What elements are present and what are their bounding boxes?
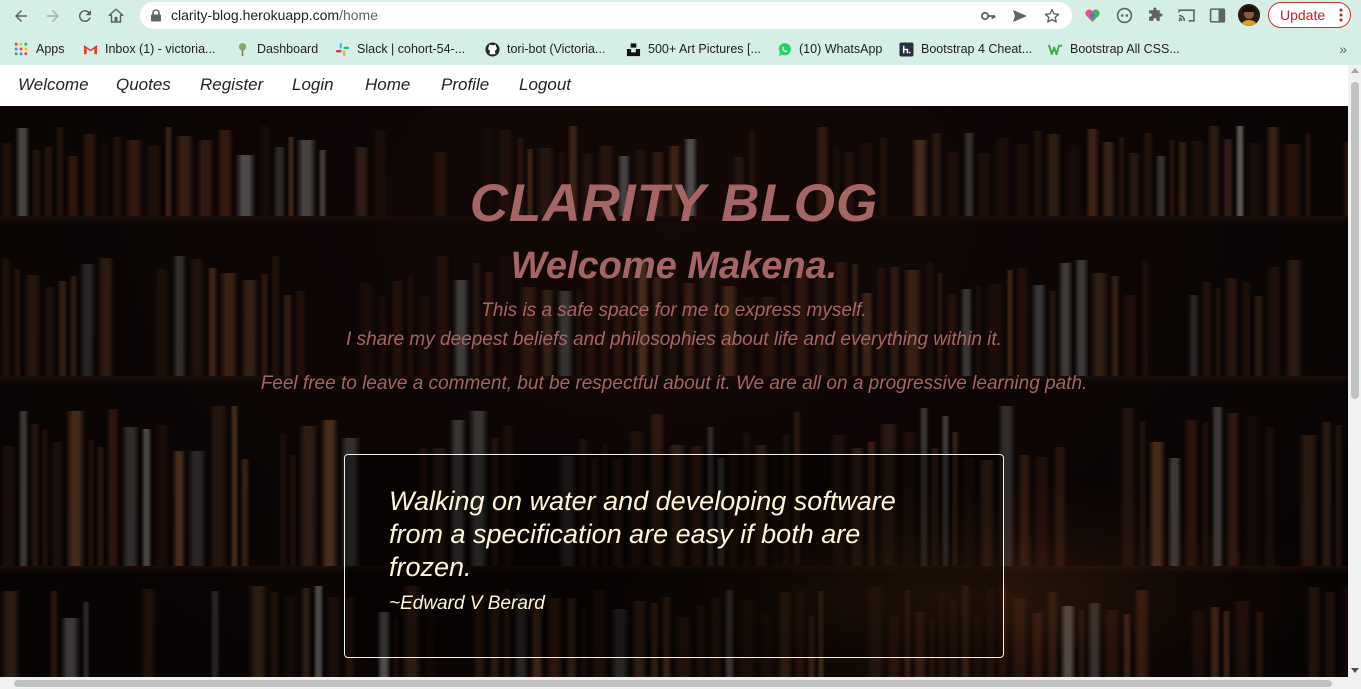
bookmark-label: Apps (36, 42, 65, 56)
bookmark-slack[interactable]: Slack | cohort-54-... (334, 40, 465, 58)
more-bookmarks-chevron-icon[interactable]: » (1339, 41, 1347, 57)
bookmark-label: tori-bot (Victoria... (507, 42, 606, 56)
browser-toolbar: clarity-blog.herokuapp.com/home Update (0, 0, 1361, 32)
bookmark-label: Bootstrap 4 Cheat... (921, 42, 1033, 56)
side-panel-icon[interactable] (1207, 5, 1227, 25)
tree-icon (234, 41, 250, 57)
bookmark-label: Dashboard (257, 42, 319, 56)
site-navbar: Welcome Quotes Register Login Home Profi… (0, 65, 1348, 106)
url-path: /home (339, 7, 379, 23)
bookmark-inbox[interactable]: Inbox (1) - victoria... (82, 40, 215, 58)
bookmark-bootstrap-all-css[interactable]: Bootstrap All CSS... (1047, 40, 1180, 58)
key-icon[interactable] (978, 6, 998, 26)
web-page: Welcome Quotes Register Login Home Profi… (0, 65, 1348, 677)
nav-link-login[interactable]: Login (292, 75, 334, 95)
bookmark-label: Inbox (1) - victoria... (105, 42, 216, 56)
welcome-heading: Welcome Makena. (510, 245, 838, 287)
lock-icon (151, 9, 161, 22)
forward-arrow-icon[interactable] (41, 4, 65, 28)
star-icon[interactable] (1042, 6, 1062, 26)
quote-author: ~Edward V Berard (389, 593, 545, 614)
bookmark-bootstrap-cheatsheet[interactable]: Bootstrap 4 Cheat... (898, 40, 1032, 58)
nav-link-home[interactable]: Home (365, 75, 410, 95)
nav-link-quotes[interactable]: Quotes (116, 75, 171, 95)
kebab-menu-icon (1339, 8, 1343, 22)
update-button-label: Update (1280, 7, 1326, 23)
vertical-scrollbar-thumb[interactable] (1351, 82, 1359, 399)
bookmark-label: 500+ Art Pictures [... (648, 42, 761, 56)
apps-grid-icon (13, 41, 29, 57)
scroll-up-arrow-icon[interactable] (1351, 68, 1359, 73)
back-arrow-icon[interactable] (9, 4, 33, 28)
profile-avatar[interactable] (1238, 4, 1260, 26)
nav-link-register[interactable]: Register (200, 75, 263, 95)
featured-quote-card: Walking on water and developing software… (344, 454, 1004, 658)
cast-icon[interactable] (1176, 5, 1196, 25)
update-button[interactable]: Update (1268, 2, 1351, 28)
intro-line-1: This is a safe space for me to express m… (481, 300, 867, 321)
slack-icon (334, 41, 350, 57)
nav-link-logout[interactable]: Logout (519, 75, 571, 95)
bookmark-label: (10) WhatsApp (799, 42, 883, 56)
address-bar[interactable]: clarity-blog.herokuapp.com/home (140, 2, 1072, 29)
bookmark-label: Slack | cohort-54-... (357, 42, 466, 56)
gmail-icon (82, 41, 98, 57)
color-extension-icon[interactable] (1082, 5, 1102, 25)
home-icon[interactable] (104, 4, 128, 28)
intro-line-3: Feel free to leave a comment, but be res… (260, 373, 1088, 394)
send-icon[interactable] (1010, 6, 1030, 26)
nav-link-welcome[interactable]: Welcome (18, 75, 89, 95)
unsplash-icon (625, 41, 641, 57)
hero-section: CLARITY BLOG Welcome Makena. This is a s… (0, 106, 1348, 677)
url-host: clarity-blog.herokuapp.com (171, 7, 340, 23)
blog-title: CLARITY BLOG (469, 174, 879, 233)
bookmark-dashboard[interactable]: Dashboard (234, 40, 318, 58)
hackerthemes-icon (898, 41, 914, 57)
bookmarks-bar: Apps Inbox (1) - victoria... Dashboard S… (0, 32, 1361, 65)
puzzle-extensions-icon[interactable] (1145, 5, 1165, 25)
github-icon (484, 41, 500, 57)
nav-link-profile[interactable]: Profile (441, 75, 489, 95)
horizontal-scrollbar-thumb[interactable] (14, 680, 1332, 687)
intro-line-2: I share my deepest beliefs and philosoph… (346, 329, 1002, 350)
incognito-extension-icon[interactable] (1114, 5, 1134, 25)
w-icon (1047, 41, 1063, 57)
bookmark-art-pictures[interactable]: 500+ Art Pictures [... (625, 40, 761, 58)
url-text: clarity-blog.herokuapp.com/home (171, 7, 378, 23)
bookmark-apps[interactable]: Apps (13, 40, 65, 58)
whatsapp-icon (776, 41, 792, 57)
bookmark-github[interactable]: tori-bot (Victoria... (484, 40, 605, 58)
bookmark-whatsapp[interactable]: (10) WhatsApp (776, 40, 882, 58)
scroll-down-arrow-icon[interactable] (1351, 668, 1359, 673)
bookmark-label: Bootstrap All CSS... (1070, 42, 1180, 56)
quote-text: Walking on water and developing software… (389, 486, 896, 582)
reload-icon[interactable] (73, 4, 97, 28)
